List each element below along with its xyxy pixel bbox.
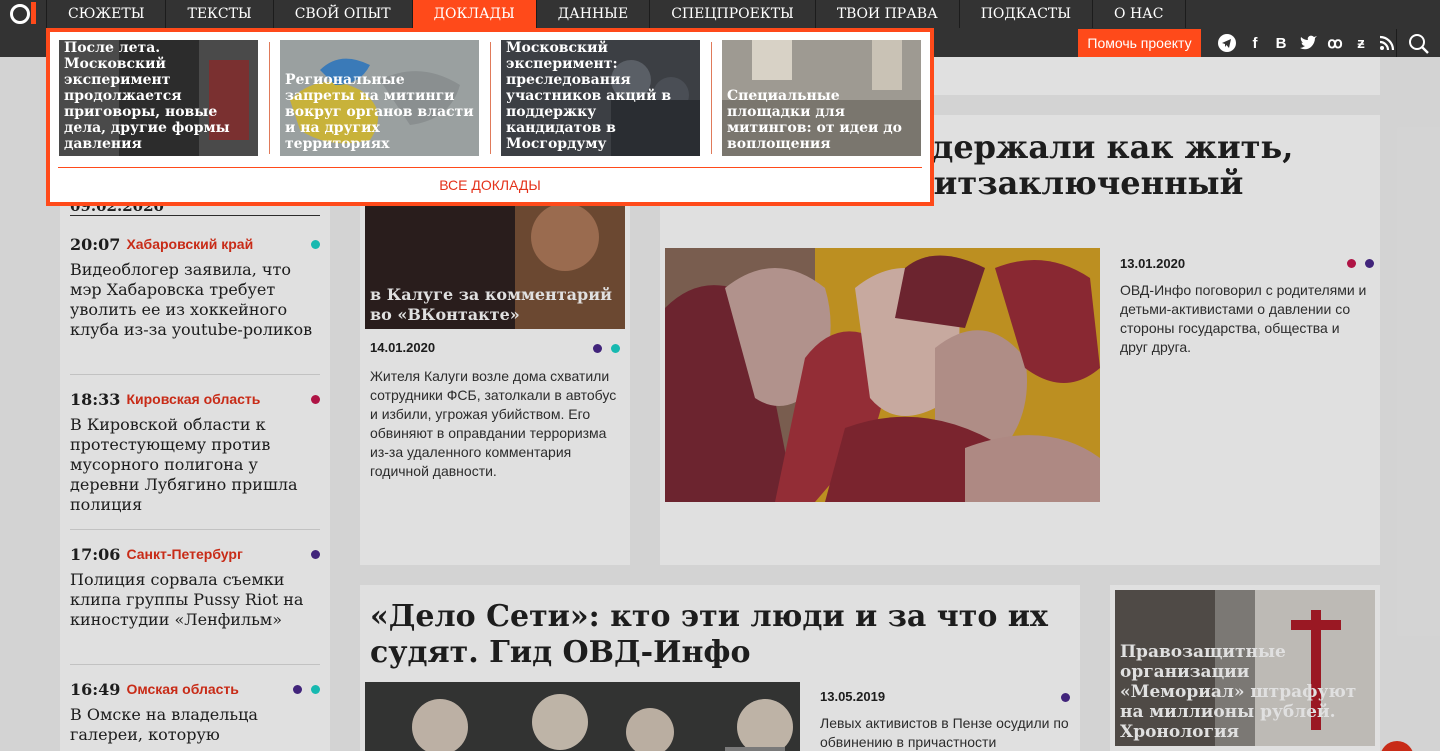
tag-dot — [1347, 259, 1356, 268]
vk-icon[interactable]: B — [1273, 35, 1289, 52]
nav-item-podcasts[interactable]: ПОДКАСТЫ — [958, 0, 1092, 28]
report-separator — [269, 42, 270, 154]
tag-dot — [593, 344, 602, 353]
article-card-set-case[interactable]: «Дело Сети»: кто эти люди и за что их су… — [360, 585, 1080, 751]
rss-icon[interactable] — [1379, 35, 1395, 51]
article-lead[interactable]: ОВД-Инфо поговорил с родителями и детьми… — [1120, 281, 1370, 357]
twitter-icon[interactable] — [1299, 35, 1317, 51]
search-divider — [1396, 29, 1397, 57]
report-title: Специальные площадки для митингов: от ид… — [727, 88, 902, 152]
nav-item-reports[interactable]: ДОКЛАДЫ — [411, 0, 536, 28]
nav-item-stories[interactable]: СЮЖЕТЫ — [46, 0, 165, 28]
all-reports-link[interactable]: ВСЕ ДОКЛАДЫ — [50, 177, 930, 193]
feed-text[interactable]: Полиция сорвала съемки клипа группы Puss… — [70, 570, 320, 630]
main-nav: СЮЖЕТЫ ТЕКСТЫ СВОЙ ОПЫТ ДОКЛАДЫ ДАННЫЕ С… — [46, 0, 1186, 28]
feed-item[interactable]: 17:06 Санкт-Петербург Полиция сорвала съ… — [70, 544, 320, 630]
article-image-title: в Калуге за комментарий во «ВКонтакте» — [370, 285, 612, 324]
tag-dot — [1061, 693, 1070, 702]
article-date: 14.01.2020 — [370, 340, 436, 355]
facebook-icon[interactable]: f — [1247, 35, 1263, 52]
tag-dot — [311, 684, 320, 694]
article-lead[interactable]: Жителя Калуги возле дома схватили сотруд… — [370, 367, 622, 481]
logo-ring — [10, 4, 30, 24]
article-card-memorial[interactable]: Правозащитные организации «Мемориал» штр… — [1110, 585, 1380, 751]
feed-item[interactable]: 16:49 Омская область В Омске на владельц… — [70, 679, 320, 745]
report-title: Московский эксперимент: преследования уч… — [506, 40, 672, 152]
tag-dot — [611, 344, 620, 353]
article-title[interactable]: «Дело Сети»: кто эти люди и за что их су… — [370, 599, 1070, 671]
feed-item[interactable]: 20:07 Хабаровский край Видеоблогер заяви… — [70, 234, 320, 340]
feed-separator — [70, 664, 320, 665]
article-image[interactable]: Правозащитные организации «Мемориал» штр… — [1115, 590, 1375, 746]
feed-text[interactable]: Видеоблогер заявила, что мэр Хабаровска … — [70, 260, 320, 340]
dropdown-divider — [58, 167, 922, 168]
report-separator — [490, 42, 491, 154]
zen-icon[interactable]: ƶ — [1353, 35, 1369, 52]
article-lead[interactable]: Левых активистов в Пензе осудили по обви… — [820, 714, 1070, 751]
feed-divider — [70, 215, 320, 216]
article-illustration — [365, 682, 800, 751]
tag-dot — [293, 684, 302, 694]
article-image[interactable]: в Калуге за комментарий во «ВКонтакте» — [365, 197, 625, 329]
tag-dots — [302, 394, 320, 404]
nav-item-data[interactable]: ДАННЫЕ — [535, 0, 649, 28]
article-date: 13.05.2019 — [820, 689, 886, 704]
report-card[interactable]: Московский эксперимент: преследования уч… — [501, 40, 700, 156]
report-separator — [711, 42, 712, 154]
scroll-top-button[interactable] — [1380, 741, 1414, 751]
feed-region[interactable]: Санкт-Петербург — [126, 546, 242, 562]
report-card[interactable]: После лета. Московский эксперимент продо… — [59, 40, 258, 156]
logo-bar — [31, 2, 36, 24]
feed-region[interactable]: Кировская область — [126, 391, 260, 407]
nav-item-special-projects[interactable]: СПЕЦПРОЕКТЫ — [649, 0, 815, 28]
feed-item[interactable]: 18:33 Кировская область В Кировской обла… — [70, 389, 320, 515]
tag-dots — [584, 344, 620, 353]
article-image[interactable] — [365, 682, 800, 751]
article-illustration — [665, 248, 1100, 502]
nav-item-about[interactable]: О НАС — [1092, 0, 1186, 28]
feed-separator — [70, 374, 320, 375]
tag-dots — [1052, 693, 1070, 702]
feed-text[interactable]: В Кировской области к протестующему прот… — [70, 415, 320, 515]
help-project-button[interactable]: Помочь проекту — [1078, 29, 1201, 57]
site-logo[interactable] — [0, 0, 46, 28]
feed-text[interactable]: В Омске на владельца галереи, которую — [70, 705, 320, 745]
tag-dot — [311, 549, 320, 559]
telegram-icon[interactable] — [1217, 33, 1237, 53]
tag-dots — [284, 684, 320, 694]
article-date: 13.01.2020 — [1120, 256, 1186, 271]
odnoklassniki-icon[interactable]: ꝏ — [1327, 34, 1343, 52]
nav-item-texts[interactable]: ТЕКСТЫ — [165, 0, 272, 28]
nav-item-own-experience[interactable]: СВОЙ ОПЫТ — [272, 0, 412, 28]
article-image-title: Правозащитные организации «Мемориал» штр… — [1120, 642, 1357, 742]
report-title: Региональные запреты на митинги вокруг о… — [285, 72, 474, 152]
tag-dot — [311, 239, 320, 249]
feed-separator — [70, 529, 320, 530]
feed-time: 17:06 — [70, 544, 121, 564]
tag-dots — [302, 239, 320, 249]
reports-dropdown: После лета. Московский эксперимент продо… — [46, 28, 934, 206]
social-links: f B ꝏ ƶ — [1212, 29, 1400, 57]
search-icon[interactable] — [1408, 33, 1430, 55]
feed-time: 20:07 — [70, 234, 121, 254]
feed-time: 18:33 — [70, 389, 121, 409]
feed-time: 16:49 — [70, 679, 121, 699]
nav-item-your-rights[interactable]: ТВОИ ПРАВА — [814, 0, 959, 28]
tag-dots — [302, 549, 320, 559]
tag-dot — [311, 394, 320, 404]
tag-dot — [1365, 259, 1374, 268]
feed-region[interactable]: Омская область — [126, 681, 238, 697]
feed-region[interactable]: Хабаровский край — [126, 236, 253, 252]
tag-dots — [1338, 259, 1374, 268]
report-card[interactable]: Региональные запреты на митинги вокруг о… — [280, 40, 479, 156]
report-card[interactable]: Специальные площадки для митингов: от ид… — [722, 40, 921, 156]
article-image[interactable] — [665, 248, 1100, 502]
report-title: После лета. Московский эксперимент продо… — [64, 40, 230, 152]
